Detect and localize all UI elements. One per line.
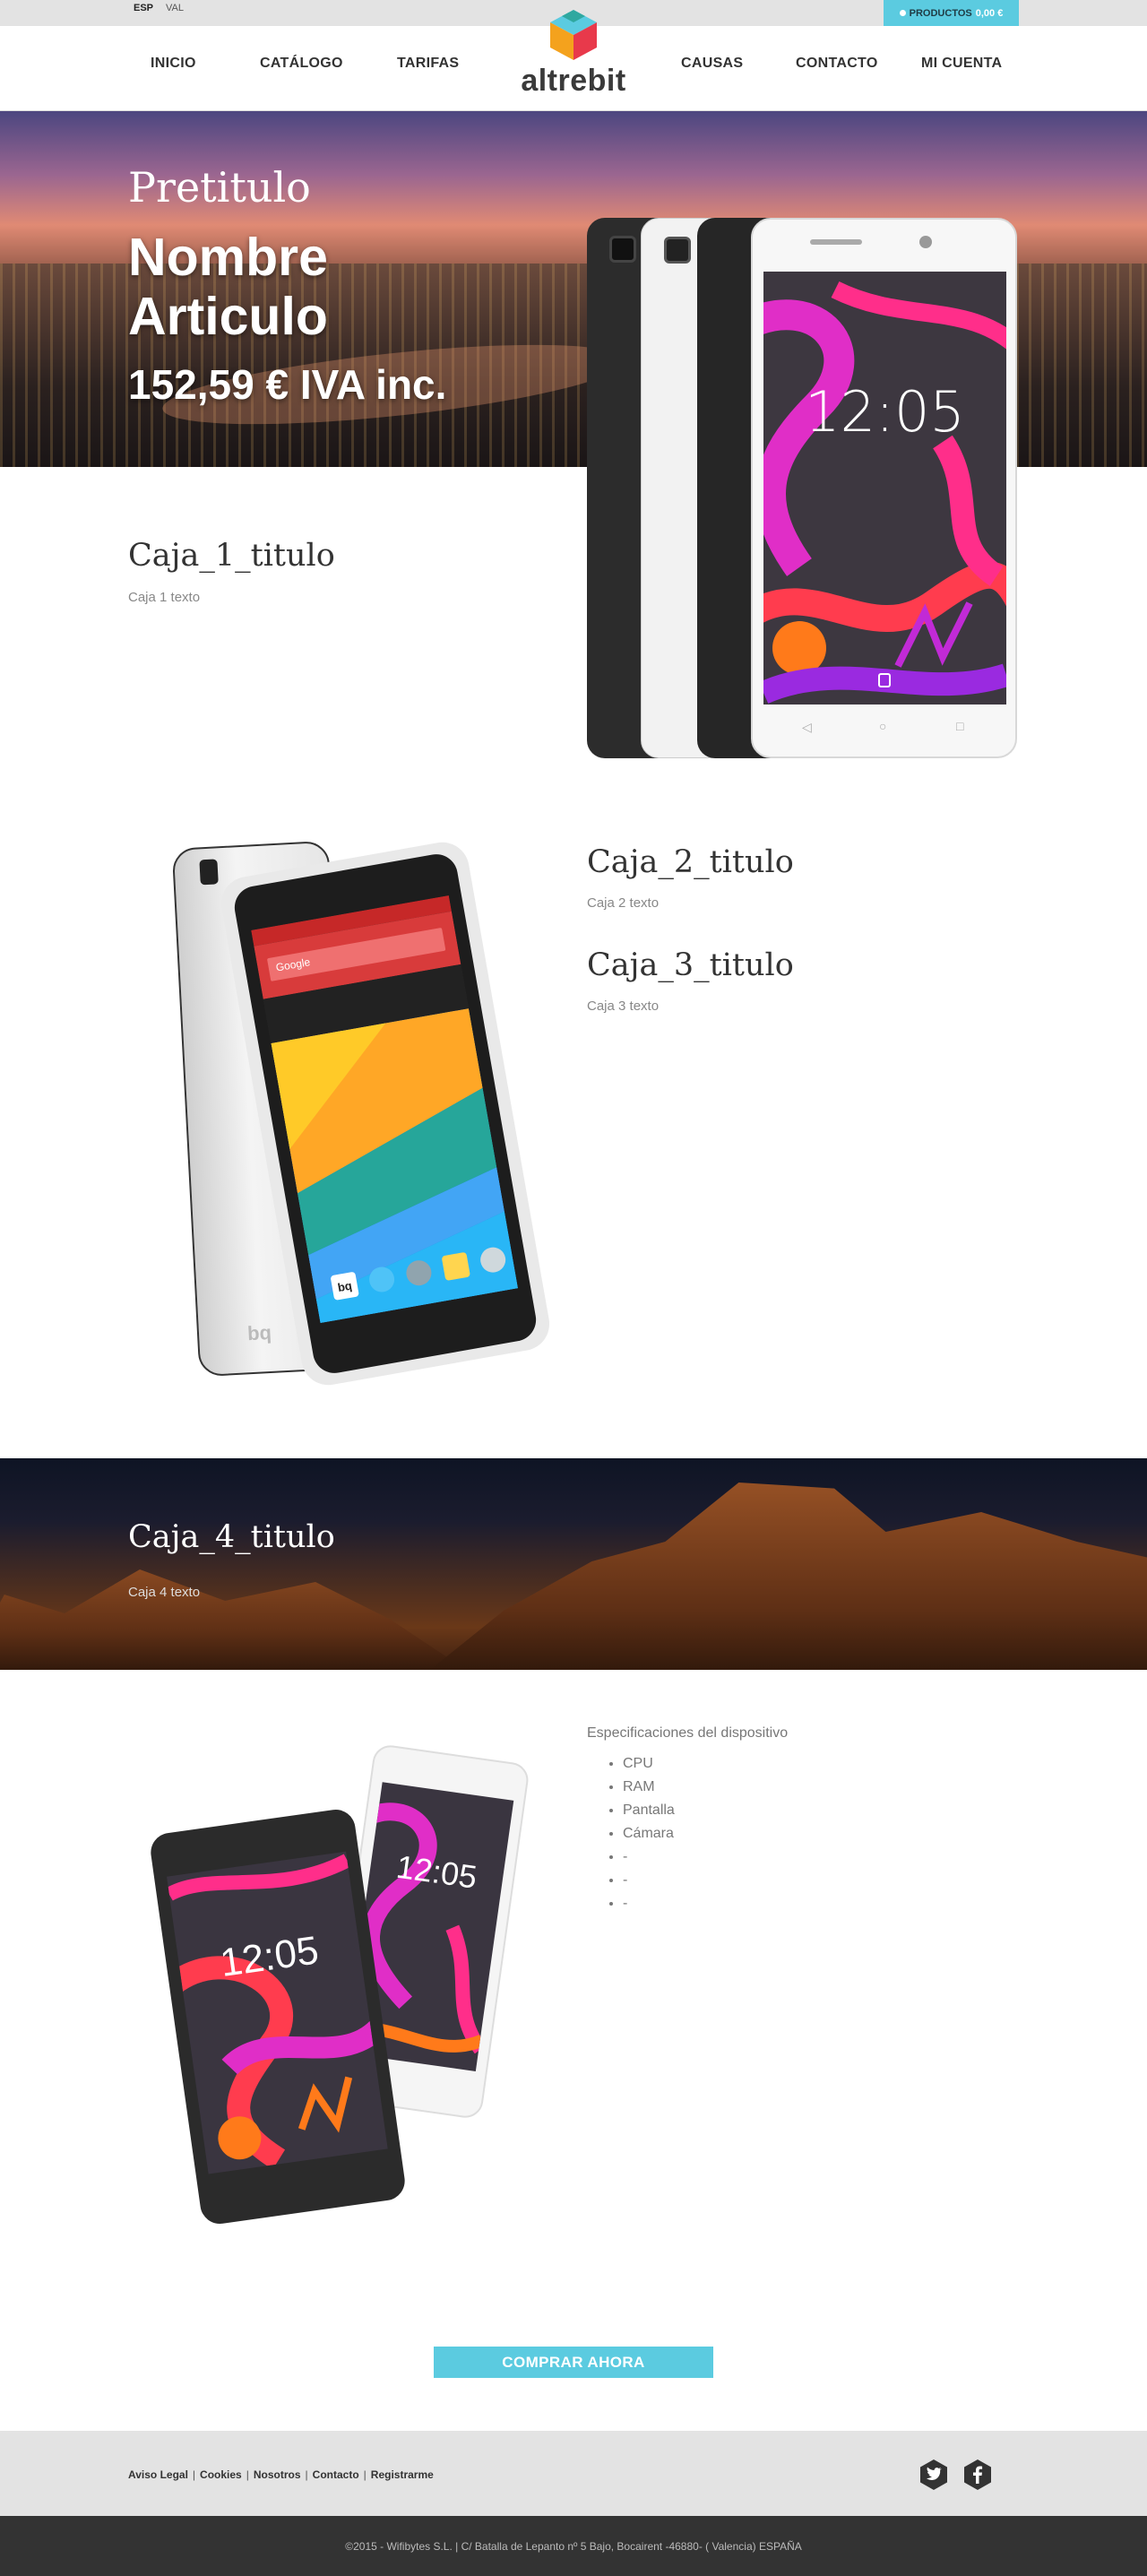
hero-product-price: 152,59 € IVA inc. (128, 361, 447, 408)
nav-catalogo[interactable]: CATÁLOGO (260, 56, 343, 72)
phone-screen: 12:05 (763, 272, 1006, 705)
wallpaper-art (763, 281, 1006, 704)
facebook-icon[interactable] (962, 2459, 994, 2491)
box2-title: Caja_2_titulo (587, 844, 794, 880)
camera-icon (609, 236, 636, 263)
footer-link-registrarme[interactable]: Registrarme (371, 2468, 434, 2481)
hero-pretitle: Pretitulo (128, 163, 311, 212)
main-header: INICIO CATÁLOGO TARIFAS altrebit CAUSAS … (0, 10, 1147, 111)
front-camera-icon (919, 236, 932, 248)
footer-separator: | (363, 2468, 367, 2481)
phone-app-icon (367, 1265, 397, 1294)
mountain-left (0, 1569, 466, 1670)
cart-icon (899, 10, 906, 16)
box1-text: Caja 1 texto (128, 590, 201, 605)
nav-tarifas[interactable]: TARIFAS (397, 56, 459, 72)
buy-now-button[interactable]: COMPRAR AHORA (434, 2347, 713, 2378)
apps-drawer-icon (404, 1258, 434, 1288)
box4-title: Caja_4_titulo (128, 1519, 335, 1555)
spec-item: - (623, 1892, 675, 1915)
spec-item: CPU (623, 1752, 675, 1776)
lock-icon (878, 673, 891, 687)
hero-product-name-line2: Articulo (128, 287, 328, 346)
spec-item: - (623, 1846, 675, 1869)
logo-cube-icon (550, 10, 597, 60)
footer-separator: | (192, 2468, 196, 2481)
camera-icon (664, 237, 691, 264)
footer-link-contacto[interactable]: Contacto (313, 2468, 359, 2481)
nav-contacto[interactable]: CONTACTO (796, 56, 878, 72)
hero-product-name-line1: Nombre (128, 228, 328, 287)
nav-causas[interactable]: CAUSAS (681, 56, 743, 72)
home-nav-icon: ○ (879, 719, 887, 733)
bq-app-icon: bq (330, 1271, 359, 1301)
camera-icon (199, 859, 219, 886)
lang-esp[interactable]: ESP (134, 3, 153, 13)
lang-val[interactable]: VAL (166, 3, 184, 13)
lockscreen-clock: 12:05 (805, 379, 965, 445)
phone-black-spec-screen: 12:05 (167, 1851, 388, 2174)
cart-button[interactable]: PRODUCTOS 0,00 € (884, 0, 1019, 26)
footer-link-cookies[interactable]: Cookies (200, 2468, 242, 2481)
hero-product-name: Nombre Articulo (128, 228, 328, 346)
specs-list: CPU RAM Pantalla Cámara - - - (623, 1752, 675, 1915)
box4-text: Caja 4 texto (128, 1585, 201, 1600)
wallpaper-art (167, 1854, 386, 2170)
logo-text: altrebit (521, 64, 626, 98)
nav-inicio[interactable]: INICIO (151, 56, 196, 72)
footer-links: Aviso Legal | Cookies | Nosotros | Contacto | Re… (128, 2468, 434, 2481)
recents-nav-icon: □ (956, 719, 964, 733)
footer-separator: | (246, 2468, 249, 2481)
page: ESP VAL PRODUCTOS 0,00 € INICIO CATÁLOGO… (0, 0, 1147, 2576)
footer-separator: | (305, 2468, 308, 2481)
footer-copyright: ©2015 - Wifibytes S.L. | C/ Batalla de L… (0, 2516, 1147, 2576)
spec-item: - (623, 1869, 675, 1892)
cart-total: 0,00 € (975, 7, 1004, 19)
box4-banner: Caja_4_titulo Caja 4 texto (0, 1458, 1147, 1670)
footer-links-bar: Aviso Legal | Cookies | Nosotros | Contacto | Re… (0, 2431, 1147, 2516)
spec-item: Pantalla (623, 1799, 675, 1822)
speaker-grill (810, 239, 862, 245)
box1-title: Caja_1_titulo (128, 538, 335, 574)
mountain-right (430, 1482, 1147, 1670)
logo[interactable]: altrebit (515, 8, 632, 108)
phone-front-white: 12:05 ◁ ○ □ (751, 218, 1017, 758)
footer-link-nosotros[interactable]: Nosotros (254, 2468, 301, 2481)
spec-item: Cámara (623, 1822, 675, 1846)
phone-screen-bq: Google bq (251, 895, 519, 1324)
box3-title: Caja_3_titulo (587, 947, 794, 983)
nav-mi-cuenta[interactable]: MI CUENTA (921, 56, 1002, 72)
specs-title: Especificaciones del dispositivo (587, 1725, 789, 1741)
back-brand-logo: bq (246, 1320, 272, 1345)
back-nav-icon: ◁ (802, 720, 812, 734)
footer-link-aviso-legal[interactable]: Aviso Legal (128, 2468, 188, 2481)
twitter-icon[interactable] (918, 2459, 950, 2491)
cart-label: PRODUCTOS (909, 7, 972, 19)
box3-text: Caja 3 texto (587, 998, 660, 1014)
camera-app-icon (478, 1245, 508, 1275)
box2-text: Caja 2 texto (587, 895, 660, 911)
spec-item: RAM (623, 1776, 675, 1799)
gallery-app-icon (441, 1251, 471, 1282)
